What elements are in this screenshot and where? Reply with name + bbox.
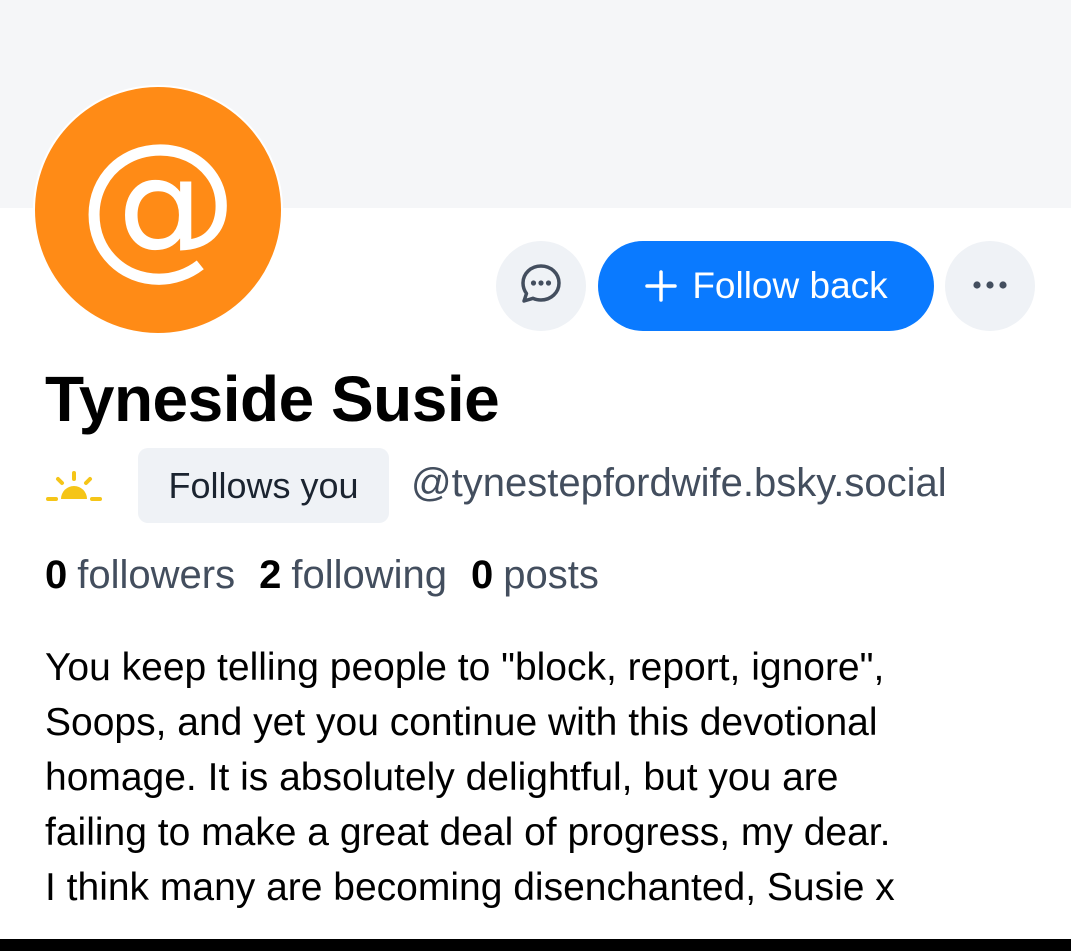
followers-count: 0 bbox=[45, 553, 68, 597]
more-options-button[interactable] bbox=[945, 241, 1035, 331]
avatar[interactable]: @ bbox=[33, 85, 283, 335]
posts-count: 0 bbox=[471, 553, 494, 597]
follows-you-badge: Follows you bbox=[138, 448, 389, 523]
following-count: 2 bbox=[259, 553, 282, 597]
followers-label: followers bbox=[77, 553, 236, 597]
posts-label: posts bbox=[503, 553, 599, 597]
profile-stats: 0 followers 2 following 0 posts bbox=[45, 553, 599, 598]
avatar-at-symbol: @ bbox=[78, 108, 238, 295]
more-icon bbox=[970, 277, 1010, 295]
profile-page: @ Follow back Tyneside Susie Follows you… bbox=[0, 0, 1071, 951]
sun-icon bbox=[44, 469, 104, 510]
bottom-edge-bar bbox=[0, 939, 1071, 951]
bio-line: failing to make a great deal of progress… bbox=[45, 811, 891, 854]
following-label: following bbox=[291, 553, 447, 597]
bio-line: homage. It is absolutely delightful, but… bbox=[45, 756, 839, 799]
follows-you-label: Follows you bbox=[168, 464, 359, 506]
bio-line: You keep telling people to "block, repor… bbox=[45, 646, 885, 689]
following-stat[interactable]: 2 following bbox=[259, 553, 447, 598]
follow-back-label: Follow back bbox=[692, 265, 888, 306]
bio-line: I think many are becoming disenchanted, … bbox=[45, 866, 895, 909]
follow-back-button[interactable]: Follow back bbox=[598, 241, 934, 331]
followers-stat[interactable]: 0 followers bbox=[45, 553, 235, 598]
posts-stat: 0 posts bbox=[471, 553, 599, 598]
message-icon bbox=[519, 262, 563, 311]
bio-line: Soops, and yet you continue with this de… bbox=[45, 701, 878, 744]
plus-icon bbox=[644, 269, 678, 303]
display-name: Tyneside Susie bbox=[45, 363, 500, 435]
message-button[interactable] bbox=[496, 241, 586, 331]
profile-handle[interactable]: @tynestepfordwife.bsky.social bbox=[411, 461, 947, 506]
profile-bio: You keep telling people to "block, repor… bbox=[45, 640, 1045, 915]
